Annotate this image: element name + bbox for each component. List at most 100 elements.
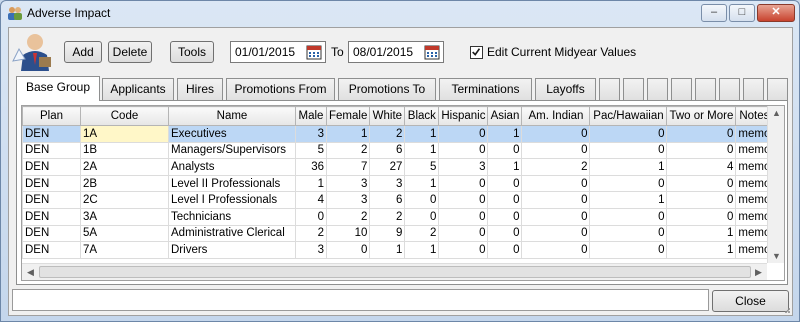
- tab-layoffs[interactable]: Layoffs: [535, 78, 596, 100]
- table-cell[interactable]: 4: [295, 191, 327, 209]
- tab-empty[interactable]: [647, 78, 668, 100]
- table-cell[interactable]: 27: [369, 158, 406, 176]
- table-cell[interactable]: 1: [325, 125, 371, 143]
- vertical-scrollbar[interactable]: ▲ ▼: [767, 106, 784, 263]
- tab-empty[interactable]: [623, 78, 644, 100]
- table-cell[interactable]: 0: [589, 141, 668, 160]
- maximize-button[interactable]: □: [729, 4, 755, 22]
- tab-promotions-to[interactable]: Promotions To: [338, 78, 436, 100]
- table-cell[interactable]: 0: [521, 207, 591, 226]
- scroll-left-icon[interactable]: ◀: [22, 267, 39, 278]
- table-cell[interactable]: 0: [487, 224, 523, 243]
- resize-grip-icon[interactable]: [781, 304, 791, 314]
- table-cell[interactable]: 0: [438, 207, 489, 226]
- table-cell[interactable]: 1A: [80, 125, 169, 143]
- table-cell[interactable]: 0: [438, 141, 489, 160]
- table-cell[interactable]: 0: [589, 224, 668, 243]
- delete-button[interactable]: Delete: [108, 41, 152, 63]
- table-cell[interactable]: Executives: [168, 125, 296, 143]
- table-row[interactable]: DEN 2B Level II Professionals 1 3 3 1 0 0 0 0 0 memo: [22, 174, 774, 193]
- column-header[interactable]: Female: [325, 106, 371, 126]
- table-cell[interactable]: 0: [589, 207, 668, 226]
- table-cell[interactable]: Analysts: [168, 158, 296, 176]
- table-cell[interactable]: 0: [589, 174, 668, 193]
- table-cell[interactable]: 36: [295, 158, 327, 176]
- table-cell[interactable]: 0: [521, 174, 591, 193]
- calendar-icon[interactable]: [424, 44, 440, 60]
- scroll-down-icon[interactable]: ▼: [768, 251, 784, 261]
- table-cell[interactable]: 0: [487, 241, 523, 259]
- table-cell[interactable]: 3: [438, 158, 489, 176]
- table-cell[interactable]: Level I Professionals: [168, 191, 296, 209]
- table-cell[interactable]: 1: [487, 158, 523, 176]
- table-cell[interactable]: DEN: [22, 191, 81, 209]
- table-cell[interactable]: 0: [666, 174, 737, 193]
- column-header[interactable]: Asian: [487, 106, 523, 126]
- table-cell[interactable]: 2: [325, 141, 371, 160]
- table-cell[interactable]: Technicians: [168, 207, 296, 226]
- tab-empty[interactable]: [767, 78, 788, 100]
- table-cell[interactable]: 5A: [80, 224, 169, 243]
- table-cell[interactable]: Managers/Supervisors: [168, 141, 296, 160]
- table-cell[interactable]: 6: [369, 141, 406, 160]
- table-cell[interactable]: 1: [369, 241, 406, 259]
- scroll-right-icon[interactable]: ▶: [750, 267, 767, 278]
- table-cell[interactable]: 0: [404, 207, 440, 226]
- table-cell[interactable]: 1B: [80, 141, 169, 160]
- table-cell[interactable]: 0: [438, 224, 489, 243]
- column-header[interactable]: Am. Indian: [521, 106, 591, 126]
- column-header[interactable]: Plan: [22, 106, 81, 126]
- edit-midyear-label[interactable]: Edit Current Midyear Values: [487, 45, 636, 59]
- table-cell[interactable]: 0: [666, 191, 737, 209]
- tab-empty[interactable]: [599, 78, 620, 100]
- table-cell[interactable]: 3A: [80, 207, 169, 226]
- column-header[interactable]: Black: [404, 106, 440, 126]
- table-cell[interactable]: 9: [369, 224, 406, 243]
- table-cell[interactable]: 1: [404, 141, 440, 160]
- add-button[interactable]: Add: [64, 41, 102, 63]
- table-cell[interactable]: 0: [666, 207, 737, 226]
- calendar-icon[interactable]: [306, 44, 322, 60]
- table-cell[interactable]: 0: [521, 241, 591, 259]
- scroll-up-icon[interactable]: ▲: [768, 108, 784, 118]
- table-cell[interactable]: 0: [589, 125, 668, 143]
- tab-terminations[interactable]: Terminations: [439, 78, 532, 100]
- table-cell[interactable]: 0: [521, 141, 591, 160]
- table-cell[interactable]: 2C: [80, 191, 169, 209]
- table-cell[interactable]: DEN: [22, 241, 81, 259]
- table-row[interactable]: DEN 1A Executives 3 1 2 1 0 1 0 0 0 memo: [22, 125, 774, 143]
- table-cell[interactable]: 1: [589, 158, 668, 176]
- tab-base-group[interactable]: Base Group: [16, 76, 100, 101]
- table-cell[interactable]: 1: [666, 241, 737, 259]
- table-cell[interactable]: 3: [369, 174, 406, 193]
- table-cell[interactable]: 3: [295, 125, 327, 143]
- horizontal-scrollbar[interactable]: ◀ ▶: [22, 263, 767, 280]
- horizontal-scroll-thumb[interactable]: [39, 266, 751, 278]
- table-cell[interactable]: 4: [666, 158, 737, 176]
- table-cell[interactable]: 5: [404, 158, 440, 176]
- table-cell[interactable]: 0: [487, 207, 523, 226]
- table-row[interactable]: DEN 5A Administrative Clerical 2 10 9 2 0 0 0 0 1 me…: [22, 224, 774, 243]
- table-cell[interactable]: 2: [404, 224, 440, 243]
- table-cell[interactable]: 3: [295, 241, 327, 259]
- table-cell[interactable]: 0: [521, 224, 591, 243]
- edit-midyear-checkbox[interactable]: [470, 46, 483, 59]
- data-grid[interactable]: Plan Code Name Male Female White Black H…: [21, 105, 785, 281]
- table-cell[interactable]: 2: [521, 158, 591, 176]
- table-cell[interactable]: 1: [404, 174, 440, 193]
- table-row[interactable]: DEN 2A Analysts 36 7 27 5 3 1 2 1 4 memo: [22, 158, 774, 176]
- table-cell[interactable]: DEN: [22, 174, 81, 193]
- tab-promotions-from[interactable]: Promotions From: [226, 78, 335, 100]
- table-cell[interactable]: 1: [589, 191, 668, 209]
- tab-hires[interactable]: Hires: [177, 78, 223, 100]
- column-header[interactable]: Two or More: [666, 106, 737, 126]
- table-row[interactable]: DEN 2C Level I Professionals 4 3 6 0 0 0 0 1 0 memo: [22, 191, 774, 209]
- table-cell[interactable]: 0: [487, 191, 523, 209]
- title-bar[interactable]: Adverse Impact – □ ✕: [1, 1, 799, 25]
- table-cell[interactable]: 0: [487, 174, 523, 193]
- table-cell[interactable]: 2A: [80, 158, 169, 176]
- column-header[interactable]: Male: [295, 106, 327, 126]
- close-window-button[interactable]: ✕: [757, 4, 795, 22]
- table-row[interactable]: DEN 7A Drivers 3 0 1 1 0 0 0 0 1 memo: [22, 241, 774, 259]
- tab-empty[interactable]: [719, 78, 740, 100]
